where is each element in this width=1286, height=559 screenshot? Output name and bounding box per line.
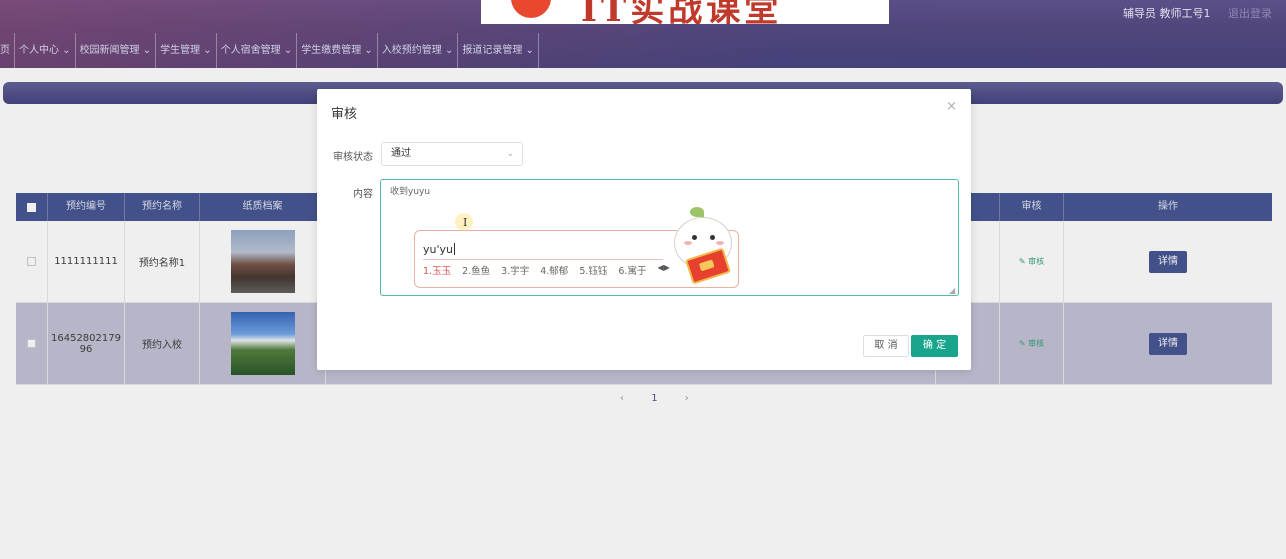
nav-item-dorm[interactable]: 个人宿舍管理 ⌄	[217, 33, 298, 68]
mascot-eye	[692, 235, 697, 240]
nav-item-students[interactable]: 学生管理 ⌄	[156, 33, 217, 68]
ime-candidate-list: 1.玉玉 2.鱼鱼 3.宇宇 4.郁郁 5.钰钰 6.寓于 ◀▶	[423, 263, 670, 277]
brand-logo: IT实战课堂	[481, 0, 889, 24]
confirm-button[interactable]: 确 定	[911, 335, 958, 357]
logout-link[interactable]: 退出登录	[1228, 7, 1272, 20]
ime-candidate[interactable]: 2.鱼鱼	[462, 263, 490, 277]
mascot-blush	[716, 241, 724, 245]
chevron-down-icon: ⌄	[506, 149, 514, 159]
ime-page-arrows-icon[interactable]: ◀▶	[657, 263, 669, 277]
ime-composition: yu'yu	[423, 243, 453, 256]
ime-divider	[423, 259, 663, 260]
status-label: 审核状态	[333, 152, 373, 163]
nav-item-profile[interactable]: 个人中心 ⌄	[15, 33, 76, 68]
ime-candidate[interactable]: 4.郁郁	[540, 263, 568, 277]
ime-mascot-icon	[670, 207, 740, 287]
top-nav: 页 个人中心 ⌄ 校园新闻管理 ⌄ 学生管理 ⌄ 个人宿舍管理 ⌄ 学生缴费管理…	[0, 33, 539, 68]
logo-icon	[511, 0, 551, 18]
audit-dialog: 审核 × 审核状态 通过 ⌄ 内容 收到yuyu ◢ I yu'yu 1.玉玉 …	[317, 89, 971, 370]
nav-item-report[interactable]: 报道记录管理 ⌄	[458, 33, 539, 68]
ime-candidate[interactable]: 5.钰钰	[579, 263, 607, 277]
text-cursor-icon: I	[463, 216, 468, 229]
ime-candidate[interactable]: 3.宇宇	[501, 263, 529, 277]
nav-item-appointment[interactable]: 入校预约管理 ⌄	[378, 33, 459, 68]
user-area: 辅导员 教师工号1 退出登录	[1123, 5, 1272, 21]
dialog-title: 审核	[331, 107, 358, 122]
user-name: 辅导员 教师工号1	[1123, 7, 1211, 20]
nav-item-home[interactable]: 页	[0, 33, 15, 68]
status-select[interactable]: 通过 ⌄	[381, 142, 523, 166]
ime-candidate[interactable]: 1.玉玉	[423, 263, 451, 277]
close-icon[interactable]: ×	[946, 99, 957, 114]
nav-item-news[interactable]: 校园新闻管理 ⌄	[76, 33, 157, 68]
content-label: 内容	[353, 189, 373, 200]
mascot-eye	[710, 235, 715, 240]
resize-handle-icon[interactable]: ◢	[949, 286, 955, 295]
mascot-blush	[684, 241, 692, 245]
mascot-leaf	[690, 207, 704, 217]
ime-candidate[interactable]: 6.寓于	[618, 263, 646, 277]
brand-text: IT实战课堂	[581, 0, 783, 24]
cancel-button[interactable]: 取 消	[863, 335, 909, 357]
status-select-value: 通过	[391, 148, 411, 159]
nav-item-payment[interactable]: 学生缴费管理 ⌄	[297, 33, 378, 68]
